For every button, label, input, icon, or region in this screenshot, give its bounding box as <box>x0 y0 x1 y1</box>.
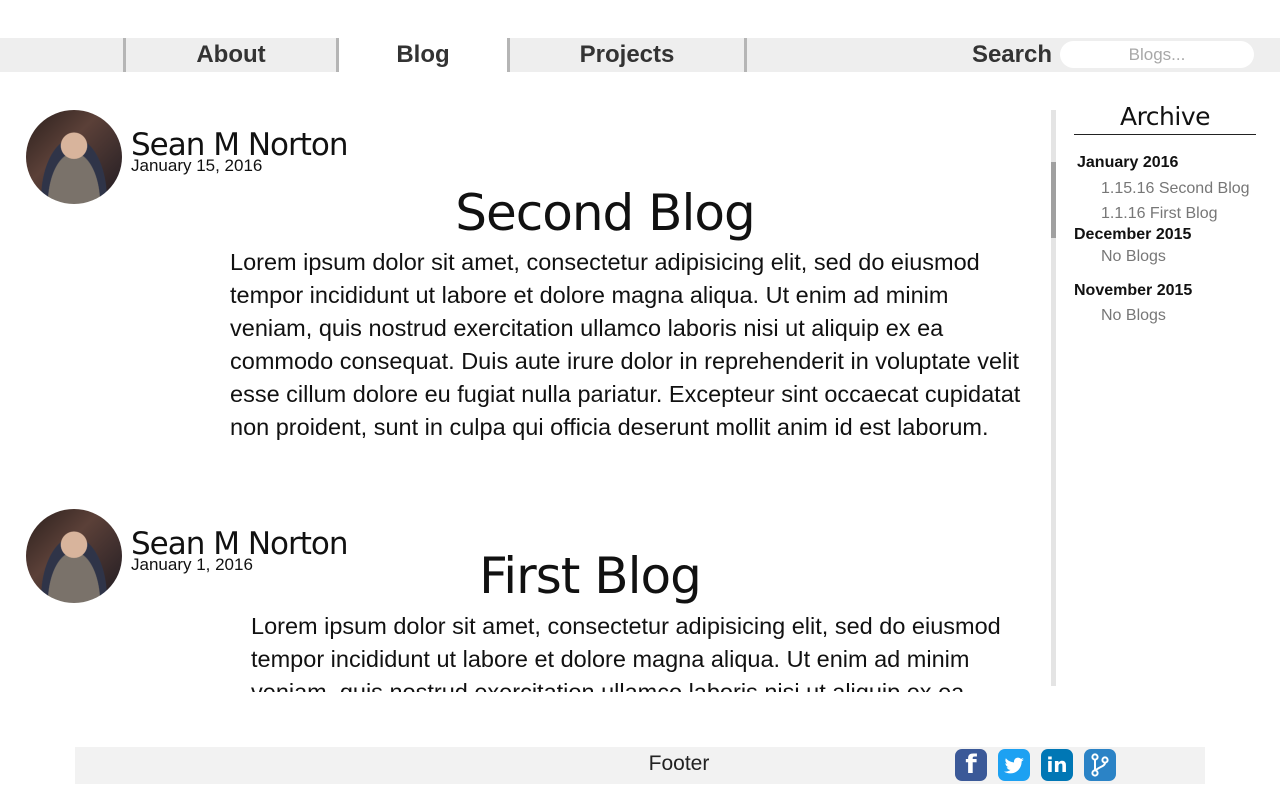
author-avatar <box>26 509 122 603</box>
tab-blog[interactable]: Blog <box>339 38 507 72</box>
scrollbar-thumb[interactable] <box>1051 162 1056 238</box>
footer: Footer f in <box>75 747 1205 784</box>
post-title: Second Blog <box>455 184 755 242</box>
top-nav: About Blog Projects Search <box>0 38 1280 72</box>
tab-projects[interactable]: Projects <box>510 38 744 72</box>
linkedin-icon[interactable]: in <box>1041 749 1073 781</box>
archive-link[interactable]: 1.15.16 Second Blog <box>1101 180 1250 198</box>
nav-divider <box>744 38 747 72</box>
post-date: January 15, 2016 <box>131 156 263 175</box>
post-body: Lorem ipsum dolor sit amet, consectetur … <box>251 613 1001 692</box>
post-body: Lorem ipsum dolor sit amet, consectetur … <box>230 249 1021 440</box>
archive-empty: No Blogs <box>1101 307 1166 324</box>
author-avatar <box>26 110 122 204</box>
archive-month: December 2015 <box>1074 226 1192 243</box>
search-label: Search <box>971 41 1052 68</box>
tab-about[interactable]: About <box>126 38 336 72</box>
git-branch-icon[interactable] <box>1084 749 1116 781</box>
archive-month: November 2015 <box>1074 282 1193 299</box>
archive-link[interactable]: 1.1.16 First Blog <box>1101 205 1218 223</box>
post-date: January 1, 2016 <box>131 555 253 574</box>
archive-sidebar: Archive January 2016 1.15.16 Second Blog… <box>1074 100 1256 324</box>
archive-month: January 2016 <box>1077 154 1179 171</box>
archive-empty: No Blogs <box>1101 248 1166 265</box>
facebook-icon[interactable]: f <box>955 749 987 781</box>
blog-feed: Sean M Norton January 15, 2016 Second Bl… <box>0 72 1050 692</box>
post-title: First Blog <box>479 547 702 605</box>
search-input[interactable] <box>1060 41 1254 68</box>
archive-title: Archive <box>1074 100 1256 135</box>
twitter-icon[interactable] <box>998 749 1030 781</box>
